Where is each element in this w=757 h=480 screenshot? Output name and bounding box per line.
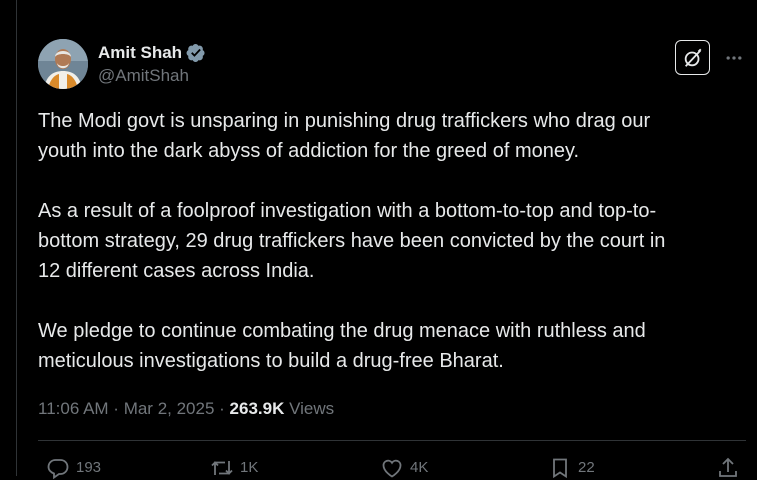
views-label: Views <box>284 399 335 418</box>
like-count: 4K <box>410 459 429 476</box>
tweet-text: The Modi govt is unsparing in punishing … <box>38 106 748 376</box>
more-button[interactable] <box>722 46 746 70</box>
tweet-line: We pledge to continue combating the drug… <box>38 320 646 342</box>
reply-count: 193 <box>76 459 102 476</box>
divider <box>38 440 746 441</box>
author-display-name[interactable]: Amit Shah <box>98 42 182 64</box>
avatar[interactable] <box>38 39 88 89</box>
views-count: 263.9K <box>229 399 285 418</box>
bookmark-icon <box>553 458 567 479</box>
repost-button[interactable]: 1K <box>210 456 258 480</box>
tweet-date[interactable]: Mar 2, 2025 <box>124 399 215 418</box>
reply-icon <box>47 459 69 480</box>
avatar-image <box>38 39 88 89</box>
tweet-line: As a result of a foolproof investigation… <box>38 200 657 222</box>
reply-button[interactable]: 193 <box>46 456 101 480</box>
more-horizontal-icon <box>726 56 742 60</box>
column-border <box>16 0 17 476</box>
meta-separator: · <box>214 399 230 418</box>
tweet-line: 12 different cases across India. <box>38 260 315 282</box>
tweet-time[interactable]: 11:06 AM <box>38 399 109 418</box>
grok-button[interactable] <box>675 40 710 75</box>
bookmark-count: 22 <box>578 459 595 476</box>
share-icon <box>719 457 737 477</box>
tweet-line: youth into the dark abyss of addiction f… <box>38 140 580 162</box>
repost-icon <box>211 461 233 475</box>
author-handle[interactable]: @AmitShah <box>98 65 206 87</box>
author-info: Amit Shah @AmitShah <box>98 42 206 87</box>
name-row: Amit Shah <box>98 42 206 64</box>
share-button[interactable] <box>716 456 740 480</box>
tweet-header: Amit Shah @AmitShah <box>38 38 206 90</box>
tweet-line: meticulous investigations to build a dru… <box>38 350 504 372</box>
tweet-line: bottom strategy, 29 drug traffickers hav… <box>38 230 666 252</box>
tweet-meta: 11:06 AM · Mar 2, 2025 · 263.9K Views <box>38 397 334 421</box>
grok-icon <box>684 48 701 67</box>
like-button[interactable]: 4K <box>380 456 428 480</box>
verified-badge-icon[interactable] <box>186 43 206 63</box>
repost-count: 1K <box>240 459 259 476</box>
bookmark-button[interactable]: 22 <box>548 456 595 480</box>
heart-icon <box>382 459 402 478</box>
meta-separator: · <box>108 399 124 418</box>
tweet-line: The Modi govt is unsparing in punishing … <box>38 110 651 132</box>
